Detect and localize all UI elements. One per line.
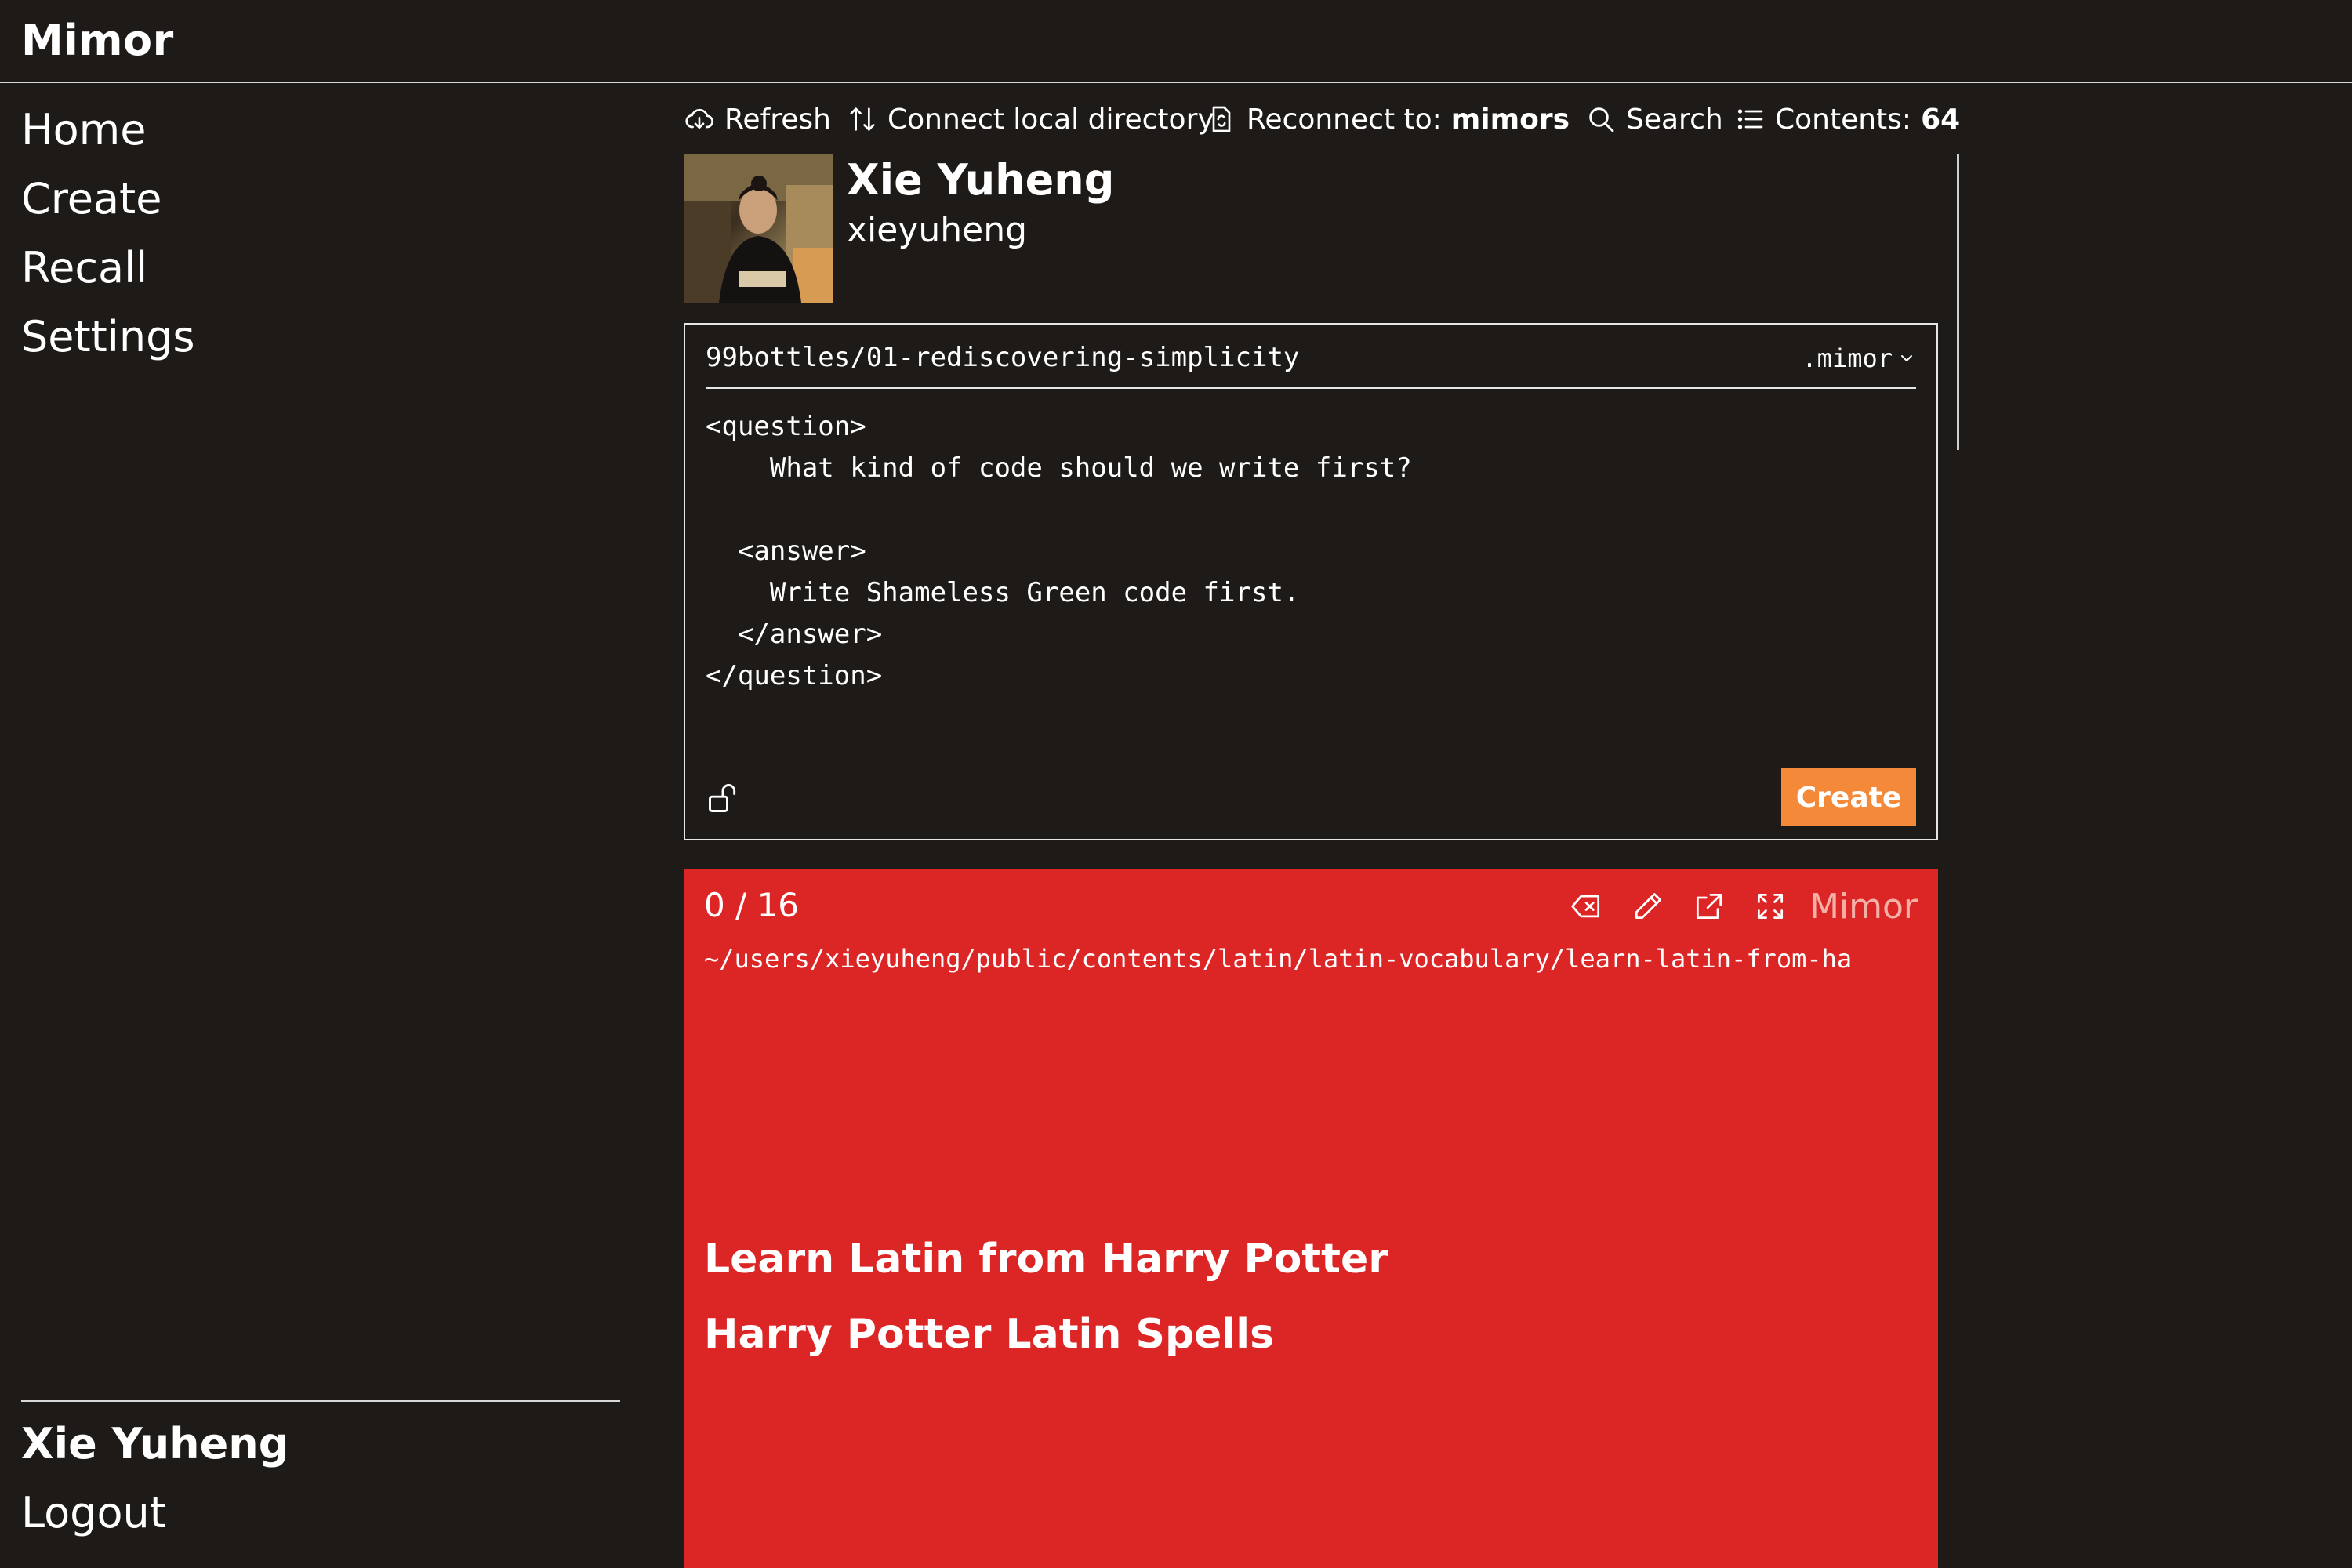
refresh-button[interactable]: Refresh — [684, 99, 831, 140]
avatar[interactable] — [684, 154, 833, 303]
card-title: Learn Latin from Harry Potter — [704, 1236, 1388, 1283]
reconnect-button[interactable]: Reconnect to: mimors — [1206, 99, 1570, 140]
contents-count: 64 — [1921, 103, 1961, 136]
scrollbar[interactable] — [1957, 154, 1959, 450]
search-icon — [1589, 107, 1614, 132]
cloud-download-icon — [685, 108, 713, 129]
reconnect-label: Reconnect to: — [1247, 103, 1442, 136]
sidebar-divider — [21, 1400, 620, 1402]
logout-link[interactable]: Logout — [21, 1488, 166, 1537]
recall-card: 0 / 16 Mimor ~/users/xieyuheng/public/co… — [684, 869, 1938, 1568]
app-brand[interactable]: Mimor — [21, 16, 174, 65]
extension-dropdown[interactable]: .mimor — [1802, 343, 1916, 373]
sidebar-item-recall[interactable]: Recall — [21, 243, 147, 292]
progress-counter: 0 / 16 — [704, 886, 800, 924]
pencil-icon[interactable] — [1629, 887, 1667, 925]
top-bar: Mimor — [0, 0, 2352, 83]
editor-path-input[interactable]: 99bottles/01-rediscovering-simplicity — [706, 342, 1299, 373]
sidebar-user-name[interactable]: Xie Yuheng — [21, 1419, 289, 1468]
sidebar-item-create[interactable]: Create — [21, 174, 162, 223]
contents-label: Contents: — [1775, 103, 1912, 136]
card-path: ~/users/xieyuheng/public/contents/latin/… — [704, 944, 1853, 974]
connect-directory-label: Connect local directory — [887, 103, 1214, 136]
mimor-editor: 99bottles/01-rediscovering-simplicity .m… — [684, 323, 1938, 840]
code-line[interactable]: <answer> — [706, 535, 866, 567]
card-actions: Mimor — [1544, 886, 1918, 927]
extension-label: .mimor — [1802, 343, 1893, 373]
list-icon — [1737, 109, 1763, 129]
chevron-down-icon — [1901, 355, 1912, 361]
unlock-icon[interactable] — [706, 781, 740, 815]
create-button[interactable]: Create — [1781, 768, 1916, 826]
code-line[interactable]: Write Shameless Green code first. — [706, 577, 1300, 608]
code-line[interactable]: <question> — [706, 411, 866, 442]
code-line[interactable]: </answer> — [706, 619, 882, 650]
refresh-label: Refresh — [724, 103, 831, 136]
connect-directory-button[interactable]: Connect local directory — [847, 99, 1214, 140]
search-button[interactable]: Search — [1585, 99, 1723, 140]
sidebar-item-settings[interactable]: Settings — [21, 312, 194, 361]
arrows-up-down-icon — [850, 107, 875, 131]
sidebar: Home Create Recall Settings — [0, 85, 627, 1568]
reconnect-target: mimors — [1450, 103, 1570, 136]
search-label: Search — [1626, 103, 1723, 136]
card-title: Harry Potter Latin Spells — [704, 1311, 1275, 1358]
document-sync-icon — [1212, 106, 1231, 132]
code-line[interactable]: </question> — [706, 660, 882, 691]
expand-icon[interactable] — [1751, 887, 1789, 925]
code-line[interactable]: What kind of code should we write first? — [706, 452, 1412, 484]
external-link-icon[interactable] — [1690, 887, 1728, 925]
card-brand[interactable]: Mimor — [1809, 887, 1918, 927]
profile-name[interactable]: Xie Yuheng — [847, 155, 1114, 205]
profile-handle: xieyuheng — [847, 210, 1028, 250]
backspace-icon[interactable] — [1568, 887, 1606, 925]
sidebar-item-home[interactable]: Home — [21, 105, 146, 154]
contents-button[interactable]: Contents: 64 — [1734, 99, 1960, 140]
editor-divider — [706, 387, 1916, 389]
